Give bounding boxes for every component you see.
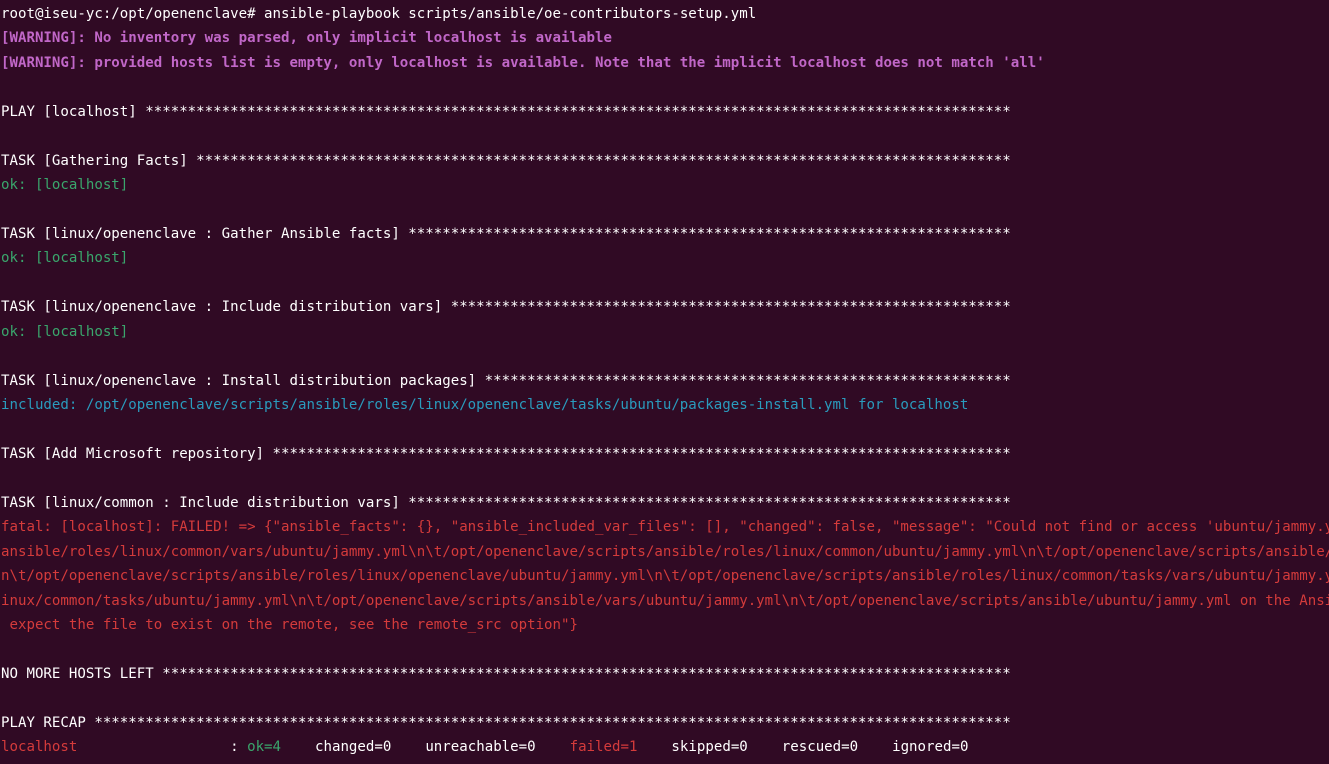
- task-header: TASK [Gathering Facts] *****************…: [1, 152, 1011, 169]
- task-header: TASK [linux/openenclave : Include distri…: [1, 299, 1011, 316]
- recap-gap: [281, 739, 315, 755]
- no-more-hosts-header: NO MORE HOSTS LEFT *********************…: [1, 665, 1011, 682]
- task-result-ok: ok: [localhost]: [1, 250, 129, 267]
- shell-prompt: root@iseu-yc:/opt/openenclave#: [1, 6, 265, 22]
- play-recap-header: PLAY RECAP *****************************…: [1, 714, 1011, 731]
- fatal-error-line: ansible/roles/linux/common/vars/ubuntu/j…: [1, 543, 1329, 560]
- recap-host: localhost: [1, 739, 78, 756]
- recap-host-separator: :: [77, 739, 248, 756]
- task-result-ok: ok: [localhost]: [1, 177, 129, 194]
- recap-failed-count: failed=1: [569, 739, 638, 756]
- fatal-error-line: expect the file to exist on the remote, …: [1, 616, 578, 633]
- command-text: ansible-playbook scripts/ansible/oe-cont…: [264, 6, 757, 22]
- warning-line: [WARNING]: provided hosts list is empty,…: [1, 54, 1045, 71]
- recap-gap: [536, 739, 570, 755]
- task-header: TASK [linux/common : Include distributio…: [1, 494, 1011, 511]
- recap-unreachable-count: unreachable=0: [425, 739, 536, 756]
- recap-gap: [637, 739, 671, 755]
- recap-skipped-count: skipped=0: [671, 739, 748, 756]
- play-header: PLAY [localhost] ***********************…: [1, 103, 1011, 120]
- task-result-ok: ok: [localhost]: [1, 323, 129, 340]
- task-header: TASK [Add Microsoft repository] ********…: [1, 445, 1011, 462]
- fatal-error-line: inux/common/tasks/ubuntu/jammy.yml\n\t/o…: [1, 592, 1329, 609]
- task-header: TASK [linux/openenclave : Gather Ansible…: [1, 225, 1011, 242]
- fatal-error-line: n\t/opt/openenclave/scripts/ansible/role…: [1, 568, 1329, 585]
- recap-changed-count: changed=0: [314, 739, 392, 756]
- command-line: root@iseu-yc:/opt/openenclave# ansible-p…: [0, 2, 1329, 26]
- recap-ok-count: ok=4: [247, 739, 282, 756]
- recap-gap: [748, 739, 782, 755]
- recap-ignored-count: ignored=0: [892, 739, 969, 756]
- recap-gap: [858, 739, 892, 755]
- recap-row: localhost : ok=4 changed=0 unreachable=0…: [0, 735, 1329, 759]
- recap-gap: [391, 739, 425, 755]
- warning-line: [WARNING]: No inventory was parsed, only…: [1, 30, 612, 47]
- task-header: TASK [linux/openenclave : Install distri…: [1, 372, 1011, 389]
- recap-rescued-count: rescued=0: [781, 739, 859, 756]
- terminal-window[interactable]: root@iseu-yc:/opt/openenclave# ansible-p…: [0, 0, 1329, 764]
- task-result-included: included: /opt/openenclave/scripts/ansib…: [1, 397, 969, 413]
- fatal-error-line: fatal: [localhost]: FAILED! => {"ansible…: [1, 519, 1329, 536]
